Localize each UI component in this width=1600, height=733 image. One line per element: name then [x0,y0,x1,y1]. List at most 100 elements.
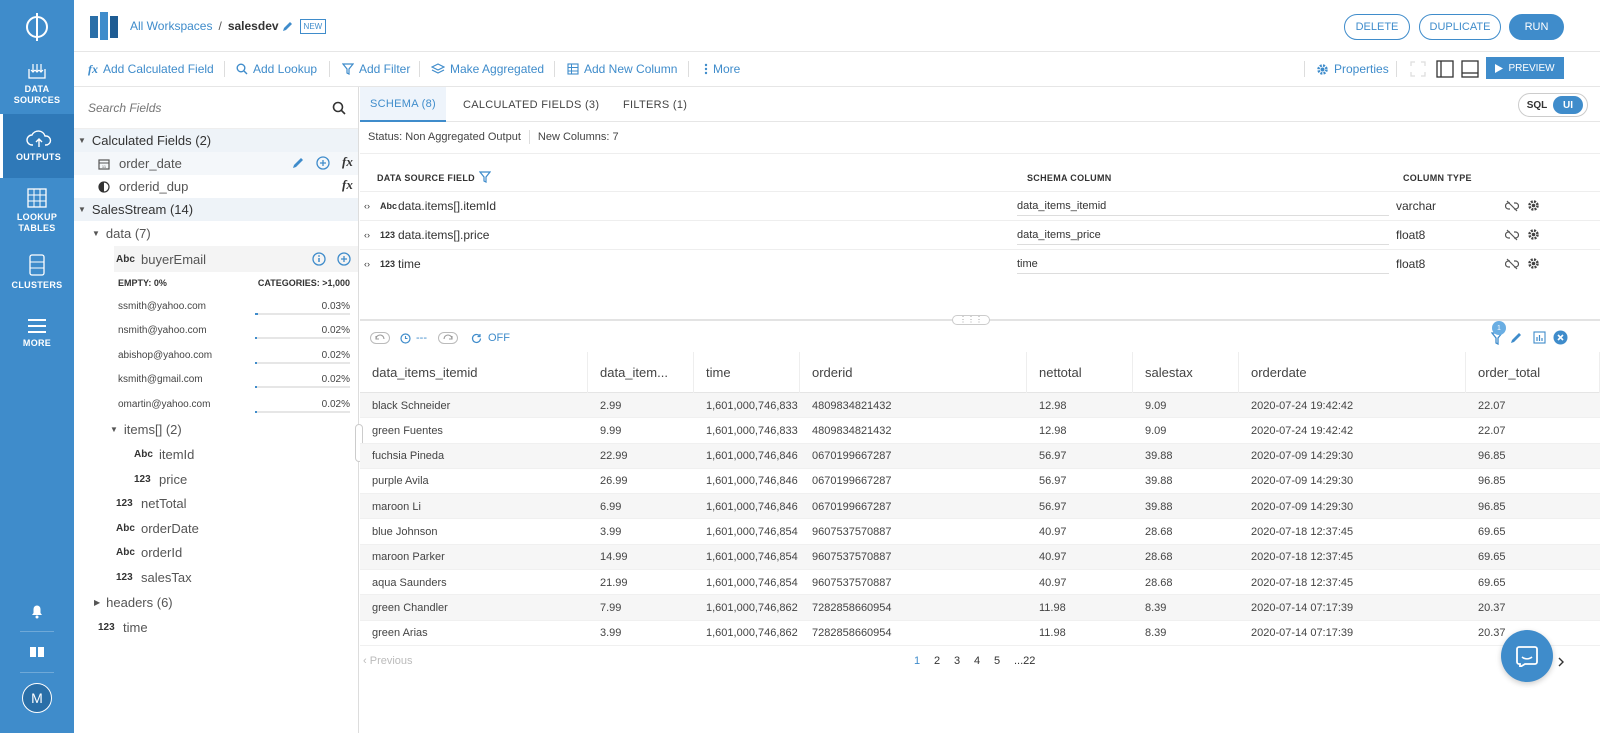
schema-column-input[interactable]: data_items_price [1017,225,1389,245]
chevron-right-icon[interactable] [1556,656,1566,668]
redo-button[interactable] [438,330,458,346]
field-buyer-email[interactable]: Abc buyerEmail [114,246,358,272]
column-header[interactable]: orderdate [1239,352,1466,393]
delete-button[interactable]: DELETE [1344,14,1410,40]
filter-icon[interactable] [479,171,491,183]
history-button[interactable]: --- [400,330,427,346]
page-link[interactable]: ...22 [1014,655,1035,667]
table-row[interactable]: fuchsia Pineda 22.99 1,601,000,746,846 0670… [360,443,1600,469]
table-row[interactable]: blue Johnson 3.99 1,601,000,746,854 9607537… [360,519,1600,545]
tab-filters[interactable]: FILTERS (1) [623,87,687,122]
headers-group[interactable]: ▶ headers (6) [74,590,358,615]
chat-launcher[interactable] [1501,630,1553,682]
docs-button[interactable] [0,632,74,672]
nav-more[interactable]: MORE [0,302,74,364]
auto-refresh-toggle[interactable]: OFF [471,330,510,346]
column-header[interactable]: data_items_itemid [360,352,588,393]
plus-circle-icon[interactable] [337,252,351,266]
search-icon[interactable] [332,101,346,115]
unlink-icon[interactable] [1505,200,1519,212]
pencil-icon[interactable] [292,156,305,169]
gear-icon[interactable] [1527,199,1540,212]
field-orderid-dup[interactable]: orderid_dup fx [74,175,358,198]
avatar[interactable]: M [22,683,52,713]
info-icon[interactable] [312,252,326,266]
preview-button[interactable]: PREVIEW [1486,57,1564,79]
split-grip[interactable]: ⋮⋮⋮ [952,315,990,325]
nav-data-sources[interactable]: DATA SOURCES [0,52,74,114]
app-logo[interactable] [0,0,74,52]
close-circle-icon[interactable] [1553,330,1568,345]
table-row[interactable]: maroon Li 6.99 1,601,000,746,846 0670199667… [360,494,1600,520]
add-filter-button[interactable]: Add Filter [342,52,410,86]
field-price[interactable]: 123 price [74,467,358,492]
value-row[interactable]: omartin@yahoo.com 0.02% [74,392,358,417]
value-row[interactable]: abishop@yahoo.com 0.02% [74,343,358,368]
field-order-date[interactable]: 11 order_date fx [74,152,358,175]
expand-icon[interactable]: ‹› [364,259,370,269]
table-row[interactable]: black Schneider 2.99 1,601,000,746,833 4809… [360,393,1600,419]
schema-column-input[interactable]: data_items_itemid [1017,196,1389,216]
table-row[interactable]: green Chandler 7.99 1,601,000,746,862 72828… [360,595,1600,621]
value-row[interactable]: nsmith@yahoo.com 0.02% [74,319,358,344]
field-itemid[interactable]: Abc itemId [74,442,358,467]
previous-button[interactable]: ‹ Previous [363,655,413,667]
gear-icon[interactable] [1527,257,1540,270]
notifications-button[interactable] [0,591,74,631]
value-row[interactable]: ssmith@yahoo.com 0.03% [74,294,358,319]
salesstream-group[interactable]: ▼ SalesStream (14) [74,198,358,221]
ui-option[interactable]: UI [1553,96,1583,114]
table-row[interactable]: green Arias 3.99 1,601,000,746,862 72828586… [360,621,1600,646]
column-type[interactable]: varchar [1396,199,1436,213]
column-header[interactable]: salestax [1133,352,1239,393]
column-header[interactable]: order_total [1466,352,1600,393]
tab-schema[interactable]: SCHEMA (8) [360,87,446,122]
column-type[interactable]: float8 [1396,228,1425,242]
items-group[interactable]: ▼ items[] (2) [74,417,358,442]
nav-clusters[interactable]: CLUSTERS [0,242,74,302]
duplicate-button[interactable]: DUPLICATE [1419,14,1501,40]
sql-option[interactable]: SQL [1521,100,1553,111]
expand-icon[interactable]: ‹› [364,230,370,240]
properties-button[interactable]: Properties [1316,52,1389,86]
nav-outputs[interactable]: OUTPUTS [0,114,74,178]
column-type[interactable]: float8 [1396,257,1425,271]
fullscreen-icon[interactable] [1410,61,1426,77]
table-row[interactable]: maroon Parker 14.99 1,601,000,746,854 96075… [360,544,1600,571]
unlink-icon[interactable] [1505,229,1519,241]
make-aggregated-button[interactable]: Make Aggregated [431,52,544,86]
nav-lookup-tables[interactable]: LOOKUP TABLES [0,178,74,242]
more-button[interactable]: More [704,52,740,86]
plus-circle-icon[interactable] [316,156,330,170]
tab-calculated-fields[interactable]: CALCULATED FIELDS (3) [463,87,599,122]
field-nettotal[interactable]: 123 netTotal [74,492,358,517]
value-row[interactable]: ksmith@gmail.com 0.02% [74,368,358,393]
page-link[interactable]: 2 [934,655,940,667]
page-link[interactable]: 1 [914,655,920,667]
undo-button[interactable] [370,330,390,346]
chart-icon[interactable] [1533,331,1546,344]
gear-icon[interactable] [1527,228,1540,241]
column-header[interactable]: orderid [800,352,1027,393]
pencil-icon[interactable] [282,20,294,32]
page-link[interactable]: 5 [994,655,1000,667]
table-row[interactable]: aqua Saunders 21.99 1,601,000,746,854 96075… [360,570,1600,596]
run-button[interactable]: RUN [1509,14,1564,40]
sql-ui-toggle[interactable]: SQL UI [1518,93,1588,117]
add-lookup-button[interactable]: Add Lookup [236,52,317,86]
field-orderdate[interactable]: Abc orderDate [74,516,358,541]
column-header[interactable]: data_item... [588,352,694,393]
field-salestax[interactable]: 123 salesTax [74,565,358,590]
table-row[interactable]: purple Avila 26.99 1,601,000,746,846 067019… [360,469,1600,495]
page-link[interactable]: 3 [954,655,960,667]
expand-icon[interactable]: ‹› [364,201,370,211]
field-time[interactable]: 123 time [74,615,358,640]
field-orderid[interactable]: Abc orderId [74,541,358,566]
schema-column-input[interactable]: time [1017,254,1389,274]
add-new-column-button[interactable]: Add New Column [567,52,677,86]
calculated-fields-group[interactable]: ▼ Calculated Fields (2) [74,129,358,152]
search-fields-input[interactable] [88,100,318,115]
unlink-icon[interactable] [1505,258,1519,270]
pencil-icon[interactable] [1510,331,1523,344]
column-header[interactable]: time [694,352,800,393]
